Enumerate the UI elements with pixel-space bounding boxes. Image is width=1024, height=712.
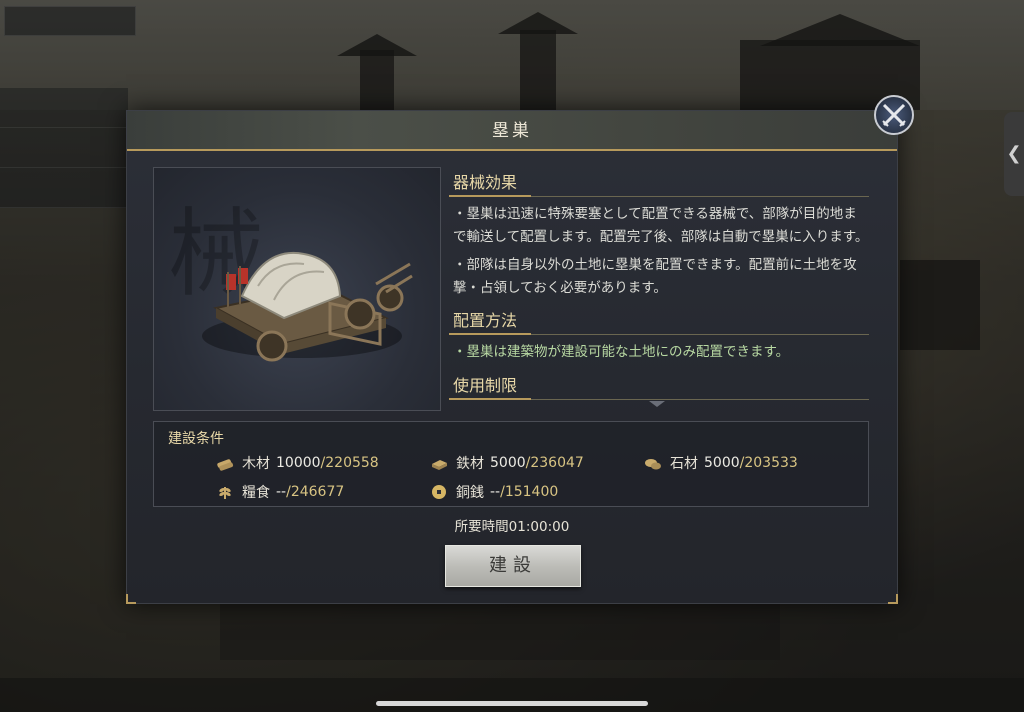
resource-owned: /246677 [286,484,345,500]
dialog-title: 塁巣 [492,121,532,141]
resource-owned: /220558 [320,455,379,471]
build-conditions-panel: 建設条件 木材 10000 /220558 鉄材 5000 /236047 石材… [153,421,869,507]
list-item [0,88,128,128]
effect-text-1: ・塁巣は迅速に特殊要塞として配置できる器械で、部隊が目的地まで輸送して配置します… [453,206,869,245]
conditions-title: 建設条件 [168,431,224,447]
stone-icon [645,459,661,470]
effect-text-2: ・部隊は自身以外の土地に塁巣を配置できます。配置前に土地を攻撃・占領しておく必要… [453,257,857,296]
corner-ornament [126,594,136,604]
build-button[interactable]: 建設 [445,545,581,587]
wood-icon [217,459,234,471]
resource-owned: /151400 [500,484,559,500]
hud-bottom-bar [0,678,1024,712]
info-scroll-area[interactable]: 器械効果 ・塁巣は迅速に特殊要塞として配置できる器械で、部隊が目的地まで輸送して… [449,167,869,405]
resource-required: -- [276,484,287,500]
covered-wagon-icon [202,251,413,362]
resource-required: 5000 [704,455,740,471]
list-item [0,128,128,168]
section-heading: 器械効果 [449,167,869,197]
iron-icon [432,460,447,470]
section-heading: 配置方法 [449,305,869,335]
list-item [0,168,128,208]
scroll-down-indicator [649,401,665,407]
placement-text: ・塁巣は建築物が建設可能な土地にのみ配置できます。 [453,344,790,360]
dialog-header: 塁巣 [127,111,897,151]
corner-ornament [888,594,898,604]
resource-iron: 鉄材 5000 /236047 [430,453,584,473]
hud-top-left-panel [4,6,136,36]
resource-name: 銅銭 [456,485,484,501]
resource-grain: 糧食 -- /246677 [216,482,344,502]
required-time: 所要時間01:00:00 [454,519,570,535]
resource-stone: 石材 5000 /203533 [644,453,798,473]
resource-owned: /203533 [739,455,798,471]
chevron-left-icon: ❮ [1006,143,1022,164]
close-button[interactable] [874,95,914,135]
resource-owned: /236047 [525,455,584,471]
section-effect: 器械効果 [449,167,869,197]
hud-left-list [0,88,128,208]
crossed-swords-close-icon [882,103,906,127]
coin-icon [432,485,446,499]
resource-name: 石材 [670,456,698,472]
resource-required: 5000 [490,455,526,471]
section-placement: 配置方法 [449,305,869,335]
resource-required: 10000 [276,455,321,471]
grain-icon [219,487,231,499]
home-indicator[interactable] [376,701,648,706]
resource-coin: 銅銭 -- /151400 [430,482,558,502]
section-restrictions: 使用制限 [449,370,869,400]
siege-engine-image: 械 [153,167,441,411]
resource-wood: 木材 10000 /220558 [216,453,379,473]
build-dialog: 塁巣 械 器械効果 ・塁巣は迅速に特殊要塞として配置できる器械で、部隊が目的地ま… [126,110,898,604]
resource-required: -- [490,484,501,500]
section-heading: 使用制限 [449,370,869,400]
resource-name: 鉄材 [456,456,484,472]
resource-name: 木材 [242,456,270,472]
resource-name: 糧食 [242,485,270,501]
side-panel-tab[interactable]: ❮ [1004,112,1024,196]
